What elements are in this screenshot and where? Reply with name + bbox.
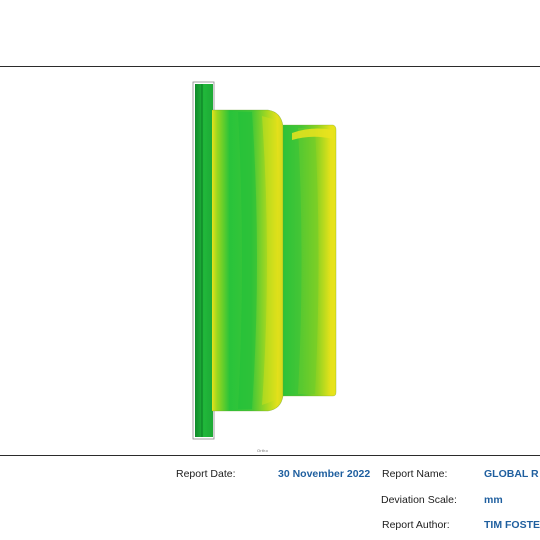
deviation-scale-label: Deviation Scale: [381, 494, 457, 506]
deviation-scale-value: mm [484, 494, 503, 506]
report-page: Ortho Report Date: 30 November 2022 Repo… [0, 0, 540, 540]
report-info-panel: Report Date: 30 November 2022 Report Nam… [0, 0, 540, 540]
report-name-value: GLOBAL R [484, 468, 539, 480]
report-author-value: TIM FOSTE [484, 519, 540, 531]
report-date-value: 30 November 2022 [278, 468, 371, 480]
report-date-label: Report Date: [176, 468, 236, 480]
report-name-label: Report Name: [382, 468, 448, 480]
report-author-label: Report Author: [382, 519, 450, 531]
